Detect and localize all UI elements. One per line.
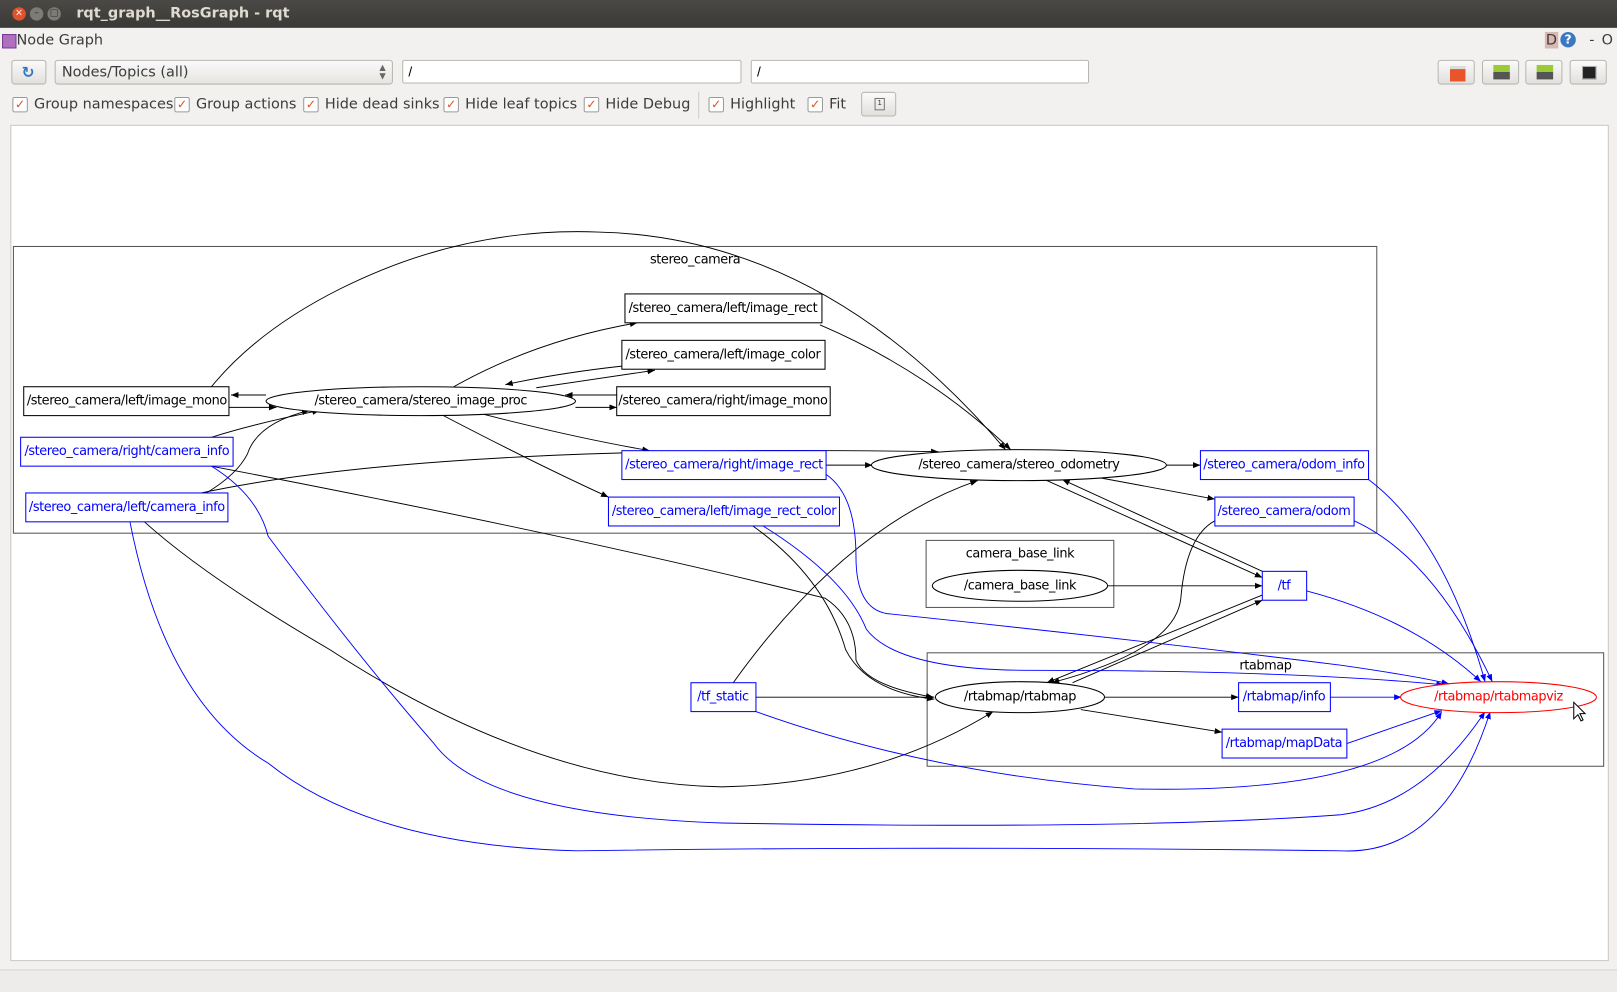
checkbox-check-icon: ✓: [583, 96, 600, 112]
minimize-button[interactable]: –: [29, 7, 44, 21]
hide-dead-sinks-checkbox[interactable]: ✓ Hide dead sinks: [303, 95, 440, 114]
save-dot-icon: [1493, 64, 1510, 80]
checkbox-label: Group namespaces: [34, 95, 174, 113]
checkbox-check-icon: ✓: [174, 96, 190, 112]
checkbox-label: Fit: [829, 95, 847, 113]
graph-type-value: Nodes/Topics (all): [61, 63, 189, 81]
title-bar: × – □ rqt_graph__RosGraph - rqt: [0, 0, 1617, 28]
chevron-updown-icon: ▲ ▼: [379, 62, 386, 81]
plugin-icon: [2, 34, 17, 49]
open-icon: [1450, 66, 1466, 82]
fit-checkbox[interactable]: ✓ Fit: [807, 95, 847, 114]
group-namespaces-checkbox[interactable]: ✓ Group namespaces: [12, 95, 173, 114]
maximize-button[interactable]: □: [47, 7, 61, 21]
toolbar-separator: [698, 91, 700, 119]
checkbox-check-icon: ✓: [12, 96, 28, 112]
graph-type-select[interactable]: Nodes/Topics (all) ▲ ▼: [54, 59, 393, 85]
namespace-filter-input[interactable]: [402, 59, 742, 84]
checkbox-label: Hide dead sinks: [324, 95, 440, 113]
close-plugin-button[interactable]: O: [1602, 32, 1613, 49]
fit-in-view-button[interactable]: 1: [861, 91, 897, 117]
checkbox-check-icon: ✓: [303, 96, 319, 112]
group-actions-checkbox[interactable]: ✓ Group actions: [174, 95, 296, 114]
highlight-checkbox[interactable]: ✓ Highlight: [708, 95, 796, 114]
help-button[interactable]: ?: [1560, 31, 1576, 48]
screenshot-button[interactable]: [1569, 59, 1607, 85]
window-title: rqt_graph__RosGraph - rqt: [76, 5, 290, 22]
hide-debug-checkbox[interactable]: ✓ Hide Debug: [583, 95, 691, 114]
checkbox-label: Group actions: [195, 95, 297, 113]
checkbox-label: Hide leaf topics: [465, 95, 578, 113]
refresh-button[interactable]: ↻: [11, 59, 47, 85]
checkbox-check-icon: ✓: [807, 96, 823, 112]
topic-filter-input[interactable]: [750, 59, 1090, 84]
debug-button[interactable]: D: [1544, 31, 1559, 49]
minimize-plugin-button[interactable]: -: [1589, 32, 1594, 49]
fit-view-icon: 1: [874, 97, 885, 111]
save-image-button[interactable]: [1525, 59, 1563, 85]
checkbox-label: Highlight: [730, 95, 796, 113]
close-button[interactable]: ×: [12, 7, 26, 21]
graph-canvas[interactable]: [10, 124, 1609, 962]
save-image-icon: [1536, 64, 1554, 80]
checkbox-check-icon: ✓: [443, 96, 459, 112]
status-bar: [0, 969, 1617, 992]
checkbox-label: Hide Debug: [605, 95, 691, 113]
load-dot-button[interactable]: [1437, 59, 1475, 85]
hide-leaf-topics-checkbox[interactable]: ✓ Hide leaf topics: [443, 95, 577, 114]
screenshot-icon: [1582, 66, 1597, 80]
checkbox-check-icon: ✓: [708, 96, 724, 112]
refresh-icon: ↻: [21, 62, 35, 82]
save-dot-button[interactable]: [1481, 59, 1520, 85]
plugin-header: Node Graph D ? - O: [0, 31, 1617, 52]
plugin-title: Node Graph: [16, 31, 104, 49]
